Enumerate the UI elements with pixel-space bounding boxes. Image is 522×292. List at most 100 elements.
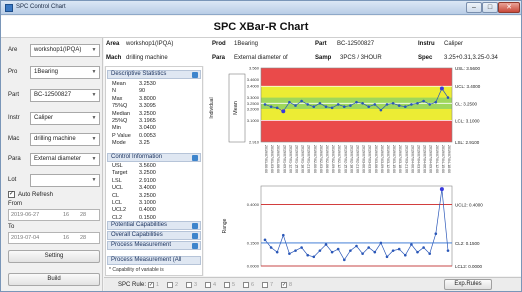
xbar-x-tick-label: 2019/07/02-12:00: [337, 145, 341, 173]
control-information-header[interactable]: Control Information: [107, 153, 201, 162]
control-information-title: Control Information: [111, 154, 163, 160]
spc-rule-checkbox[interactable]: ✓: [281, 282, 287, 288]
xbar-tick-label: 3.4000: [247, 84, 260, 89]
build-button[interactable]: Build: [8, 273, 100, 286]
info-instru-value: Caliper: [444, 41, 464, 47]
part-select[interactable]: BC-12500827 ▼: [30, 89, 100, 102]
info-mach-value: drilling machine: [126, 55, 168, 61]
machine-select[interactable]: drilling machine ▼: [30, 133, 100, 146]
xbar-point: [294, 104, 297, 107]
stat-value: 2.9100: [139, 177, 156, 184]
xbar-point: [367, 105, 370, 109]
minimize-button[interactable]: –: [466, 2, 482, 13]
xbar-x-tick-label: 2019/07/03-03:00: [368, 145, 372, 173]
close-button[interactable]: ✕: [498, 2, 520, 13]
spc-rule-checkbox[interactable]: ✓: [148, 282, 154, 288]
maximize-button[interactable]: □: [482, 2, 498, 13]
parameter-select[interactable]: External diameter ▼: [30, 153, 100, 166]
to-date-field[interactable]: 2019-07-04 16 28: [8, 232, 100, 244]
chevron-down-icon: ▼: [91, 136, 97, 142]
spc-rule-checkbox[interactable]: [167, 282, 173, 288]
stat-value: 90: [139, 88, 146, 95]
stat-key: 75%Q: [112, 103, 128, 110]
info-instru-label: Instru: [418, 41, 435, 47]
spc-rule-checkbox[interactable]: [262, 282, 268, 288]
setting-button[interactable]: Setting: [8, 250, 100, 263]
product-select[interactable]: 1Bearing ▼: [30, 66, 100, 79]
xbar-x-tick-label: 2019/07/01-12:00: [288, 145, 292, 173]
spc-rule-number: 6: [251, 282, 255, 288]
stat-value: 3.0400: [139, 125, 156, 132]
xbar-point-out-of-control: [281, 109, 286, 114]
from-date-field[interactable]: 2019-06-27 16 28: [8, 209, 100, 221]
xbar-point: [422, 99, 425, 103]
spc-rule-checkbox[interactable]: [243, 282, 249, 288]
info-samp-label: Samp: [315, 55, 332, 61]
range-tick-label: 0.1500: [247, 240, 260, 245]
area-select[interactable]: workshop1(IPQA) ▼: [30, 44, 100, 57]
capability-footnote: * Capability of variable is: [109, 267, 164, 273]
lot-select[interactable]: ▼: [30, 174, 100, 187]
expand-icon[interactable]: [192, 155, 198, 161]
range-limit-label: UCL2: 0.4000: [455, 202, 483, 207]
range-point-out-of-control: [439, 187, 444, 192]
stat-key: UCL2: [112, 207, 127, 214]
xbar-tick-label: 3.2500: [247, 101, 260, 106]
xbar-x-tick-label: 2019/07/03-12:00: [386, 145, 390, 173]
xbar-point: [355, 100, 358, 104]
xbar-x-tick-label: 2019/07/04-03:00: [417, 145, 421, 173]
expand-icon[interactable]: [192, 72, 198, 78]
process-measurement-all-header[interactable]: Process Measurement (All: [107, 256, 201, 265]
stat-value: 3.8000: [139, 95, 156, 102]
spc-rule-checkbox[interactable]: [205, 282, 211, 288]
spc-rule-number: 8: [289, 282, 293, 288]
xbar-x-tick-label: 2019/07/02-03:00: [319, 145, 323, 173]
spc-rule-label: SPC Rule:: [118, 282, 147, 288]
spc-rule-checkbox[interactable]: [224, 282, 230, 288]
xbar-tick-label: 3.4600: [247, 77, 260, 82]
expand-icon[interactable]: [192, 243, 198, 249]
stat-key: P Value: [112, 132, 131, 139]
stat-value: 3.5600: [139, 163, 156, 169]
overall-capabilities-header[interactable]: Overall Capabilities: [107, 231, 201, 240]
app-icon: [5, 4, 13, 12]
xbar-point: [336, 103, 340, 106]
range-point: [336, 247, 340, 251]
xbar-point: [428, 103, 431, 106]
xbar-x-tick-label: 2019/07/01-09:00: [282, 145, 286, 173]
stat-value: 3.2500: [139, 110, 156, 117]
stat-key: Mean: [112, 81, 126, 87]
range-point: [312, 255, 316, 259]
window-title: SPC Control Chart: [16, 4, 66, 10]
stat-value: 3.2500: [139, 192, 156, 199]
stat-key: Target: [112, 170, 128, 177]
info-prod-value: 1Bearing: [234, 41, 259, 47]
potential-capabilities-header[interactable]: Potential Capabilities: [107, 221, 201, 230]
explain-rules-button[interactable]: Exp.Rules: [444, 279, 492, 290]
xbar-point: [434, 100, 438, 104]
stat-key: USL: [112, 163, 123, 169]
xbar-point: [397, 104, 401, 107]
expand-icon[interactable]: [192, 223, 198, 229]
xbar-point: [275, 106, 279, 110]
expand-icon[interactable]: [192, 233, 198, 239]
range-point: [324, 243, 328, 246]
descriptive-statistics-header[interactable]: Descriptive Statistics: [107, 70, 201, 79]
range-point: [434, 232, 438, 235]
spc-rule-checkbox[interactable]: [186, 282, 192, 288]
process-measurement-header[interactable]: Process Measurement: [107, 241, 201, 250]
xbar-x-tick-label: 2019/07/04-12:00: [435, 145, 439, 173]
instrument-select-value: Caliper: [34, 115, 54, 121]
xbar-x-tick-label: 2019/07/02-21:00: [356, 145, 360, 173]
auto-refresh-checkbox[interactable]: ✓: [8, 191, 15, 198]
chevron-down-icon: ▼: [91, 115, 97, 121]
range-point: [318, 249, 322, 252]
xbar-x-tick-label: 2019/07/02-15:00: [343, 145, 347, 173]
spc-rule-bar: SPC Rule: ✓ 1 2 3 4 5 6 7 ✓ 8 Exp.Rules: [104, 277, 521, 291]
instrument-select[interactable]: Caliper ▼: [30, 112, 100, 125]
xbar-x-tick-label: 2019/07/02-09:00: [331, 145, 335, 173]
stat-key: N: [112, 88, 116, 95]
machine-select-value: drilling machine: [34, 136, 76, 142]
title-bar: SPC Control Chart – □ ✕: [1, 1, 521, 15]
process-measurement-title: Process Measurement: [111, 242, 172, 248]
